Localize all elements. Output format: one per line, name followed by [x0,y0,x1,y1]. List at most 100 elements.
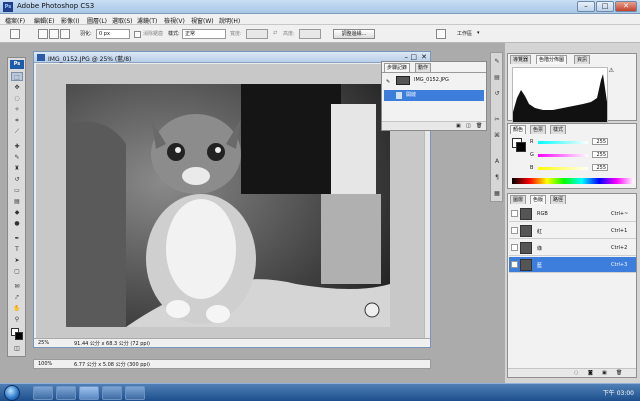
dock-layers-comp-icon[interactable]: ▤ [492,73,502,83]
refine-edge-button[interactable]: 調整邊緣... [333,29,375,39]
healing-icon[interactable]: ✚ [11,142,23,151]
shape-icon[interactable]: ▢ [11,267,23,276]
tab-layers[interactable]: 圖層 [510,195,527,204]
crop-icon[interactable]: ⌗ [11,116,23,125]
eyedropper-icon[interactable]: ⤤ [11,293,23,302]
tab-info[interactable]: 資訊 [574,55,591,64]
eye-icon[interactable] [511,261,518,268]
menu-edit[interactable]: 編輯(E) [34,16,54,25]
new-selection-icon[interactable] [38,29,48,39]
tab-color[interactable]: 顏色 [510,125,527,134]
channel-row-green[interactable]: 綠 Ctrl+2 [509,240,636,256]
antialias-checkbox[interactable] [134,31,141,38]
eraser-icon[interactable]: ▭ [11,186,23,195]
new-channel-icon[interactable]: ▣ [602,370,607,376]
swap-icon[interactable]: ⇄ [273,30,277,36]
dock-tool-presets-icon[interactable]: ✂ [492,115,502,125]
visibility-toggle-icon[interactable] [511,244,518,251]
menu-filter[interactable]: 濾鏡(T) [137,16,157,25]
visibility-toggle-icon[interactable] [511,210,518,217]
load-selection-icon[interactable]: ◌ [574,370,578,376]
color-r-slider[interactable] [538,141,588,144]
taskbar-ie-icon[interactable] [33,386,53,400]
notes-icon[interactable]: ✉ [11,282,23,291]
document-titlebar[interactable]: IMG_0152.JPG @ 25% (藍/8) – □ ✕ [34,52,430,63]
menu-view[interactable]: 檢視(V) [164,16,185,25]
gradient-icon[interactable]: ▤ [11,197,23,206]
taskbar-clock[interactable]: 下午 03:00 [603,388,634,397]
tab-actions[interactable]: 動作 [415,63,432,72]
new-document-icon[interactable]: ▣ [456,123,461,129]
doc-maximize-icon[interactable]: □ [410,53,417,61]
dock-paragraph-icon[interactable]: ¶ [492,173,502,183]
menu-file[interactable]: 檔案(F) [5,16,25,25]
history-snapshot-row[interactable]: ✎ IMG_0152.JPG [384,75,484,86]
brush-icon[interactable]: ✎ [11,153,23,162]
tab-histogram[interactable]: 色階分佈圖 [536,55,568,64]
menu-window[interactable]: 視窗(W) [191,16,214,25]
bg-color-chip[interactable] [516,142,526,152]
new-snapshot-icon[interactable]: ◫ [466,123,471,129]
color-spectrum-bar[interactable] [512,178,634,184]
snapshot-brush-icon[interactable]: ✎ [386,77,390,88]
tab-channels[interactable]: 色版 [530,195,547,204]
feather-input[interactable]: 0 px [96,29,130,39]
marquee-icon[interactable]: ⬚ [11,72,23,81]
dock-character-icon[interactable]: A [492,157,502,167]
taskbar-explorer-icon[interactable] [56,386,76,400]
palette-well-icon[interactable] [436,29,446,39]
height-input[interactable] [299,29,321,39]
color-b-slider[interactable] [538,167,588,170]
minimize-button[interactable]: – [577,1,595,12]
color-r-value[interactable]: 255 [592,138,608,145]
tab-navigator[interactable]: 導覽器 [510,55,532,64]
channel-row-blue[interactable]: 藍 Ctrl+3 [509,257,636,273]
hand-icon[interactable]: ✋ [11,304,23,313]
style-select[interactable]: 正常 [182,29,226,39]
path-select-icon[interactable]: ➤ [11,256,23,265]
chevron-down-icon[interactable]: ▾ [477,30,480,36]
close-button[interactable]: ✕ [615,1,637,12]
dock-clone-icon[interactable]: ⌘ [492,131,502,141]
document-canvas[interactable] [36,64,428,343]
trash-icon[interactable]: 🗑 [476,123,482,129]
menu-select[interactable]: 選取(S) [112,16,133,25]
lasso-icon[interactable]: ◌ [11,94,23,103]
maximize-button[interactable]: □ [596,1,614,12]
dock-info-icon[interactable]: ▦ [492,189,502,199]
history-brush-icon[interactable]: ↺ [11,175,23,184]
tab-styles[interactable]: 樣式 [550,125,567,134]
stamp-icon[interactable]: ♜ [11,164,23,173]
magic-wand-icon[interactable]: ✧ [11,105,23,114]
visibility-toggle-icon[interactable] [511,227,518,234]
add-selection-icon[interactable] [49,29,59,39]
dock-history-icon[interactable]: ↺ [492,89,502,99]
workspace-label[interactable]: 工作區 [457,30,472,37]
quick-mask-icon[interactable]: ◫ [11,344,23,353]
move-icon[interactable]: ✥ [11,83,23,92]
color-g-value[interactable]: 255 [592,151,608,158]
dodge-icon[interactable]: ● [11,219,23,228]
color-b-value[interactable]: 255 [592,164,608,171]
width-input[interactable] [246,29,268,39]
secondary-zoom-readout[interactable]: 100% [38,361,52,367]
marquee-preset-icon[interactable] [10,29,20,39]
background-color-swatch[interactable] [15,332,23,340]
menu-help[interactable]: 說明(H) [219,16,240,25]
doc-minimize-icon[interactable]: – [405,53,409,61]
warning-icon[interactable]: ⚠ [609,67,614,74]
taskbar-app-icon[interactable] [125,386,145,400]
doc-close-icon[interactable]: ✕ [421,53,427,61]
slice-icon[interactable]: ⟋ [11,127,23,136]
taskbar-photoshop-icon[interactable] [79,386,99,400]
tab-swatches[interactable]: 色票 [530,125,547,134]
tab-history[interactable]: 步驟記錄 [384,63,411,72]
taskbar-media-icon[interactable] [102,386,122,400]
menu-layer[interactable]: 圖層(L) [87,16,107,25]
blur-icon[interactable]: ◆ [11,208,23,217]
pen-icon[interactable]: ✒ [11,234,23,243]
type-icon[interactable]: T [11,245,23,254]
dock-brush-icon[interactable]: ✎ [492,57,502,67]
trash-icon[interactable]: 🗑 [616,370,622,376]
start-button[interactable] [4,385,20,401]
